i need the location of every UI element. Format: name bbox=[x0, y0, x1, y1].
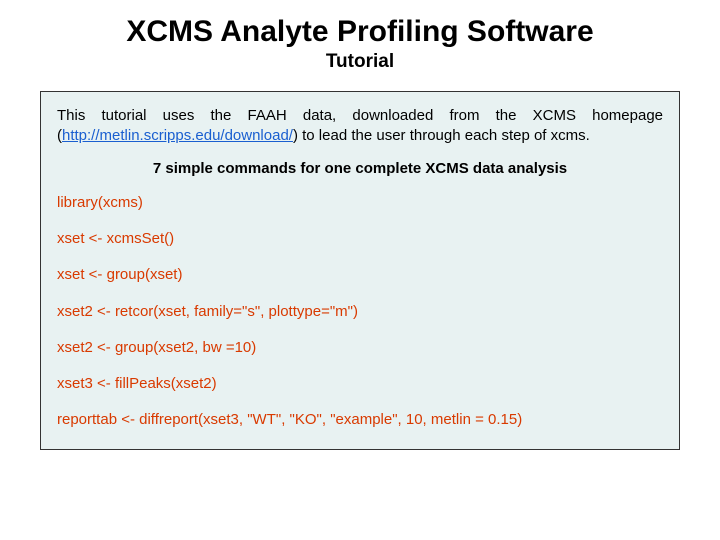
code-line: xset <- group(xset) bbox=[57, 265, 663, 285]
code-line: xset <- xcmsSet() bbox=[57, 229, 663, 249]
intro-text: This tutorial uses the FAAH data, downlo… bbox=[57, 106, 663, 147]
slide: XCMS Analyte Profiling Software Tutorial… bbox=[0, 0, 720, 470]
code-line: xset3 <- fillPeaks(xset2) bbox=[57, 374, 663, 394]
code-line: xset2 <- group(xset2, bw =10) bbox=[57, 338, 663, 358]
page-title: XCMS Analyte Profiling Software bbox=[40, 15, 680, 49]
section-heading: 7 simple commands for one complete XCMS … bbox=[57, 159, 663, 179]
intro-suffix: ) to lead the user through each step of … bbox=[293, 127, 590, 144]
content-box: This tutorial uses the FAAH data, downlo… bbox=[40, 91, 680, 450]
code-line: xset2 <- retcor(xset, family="s", plotty… bbox=[57, 302, 663, 322]
code-line: library(xcms) bbox=[57, 193, 663, 213]
download-link[interactable]: http://metlin.scripps.edu/download/ bbox=[62, 127, 293, 144]
code-line: reporttab <- diffreport(xset3, "WT", "KO… bbox=[57, 410, 663, 430]
page-subtitle: Tutorial bbox=[40, 51, 680, 73]
